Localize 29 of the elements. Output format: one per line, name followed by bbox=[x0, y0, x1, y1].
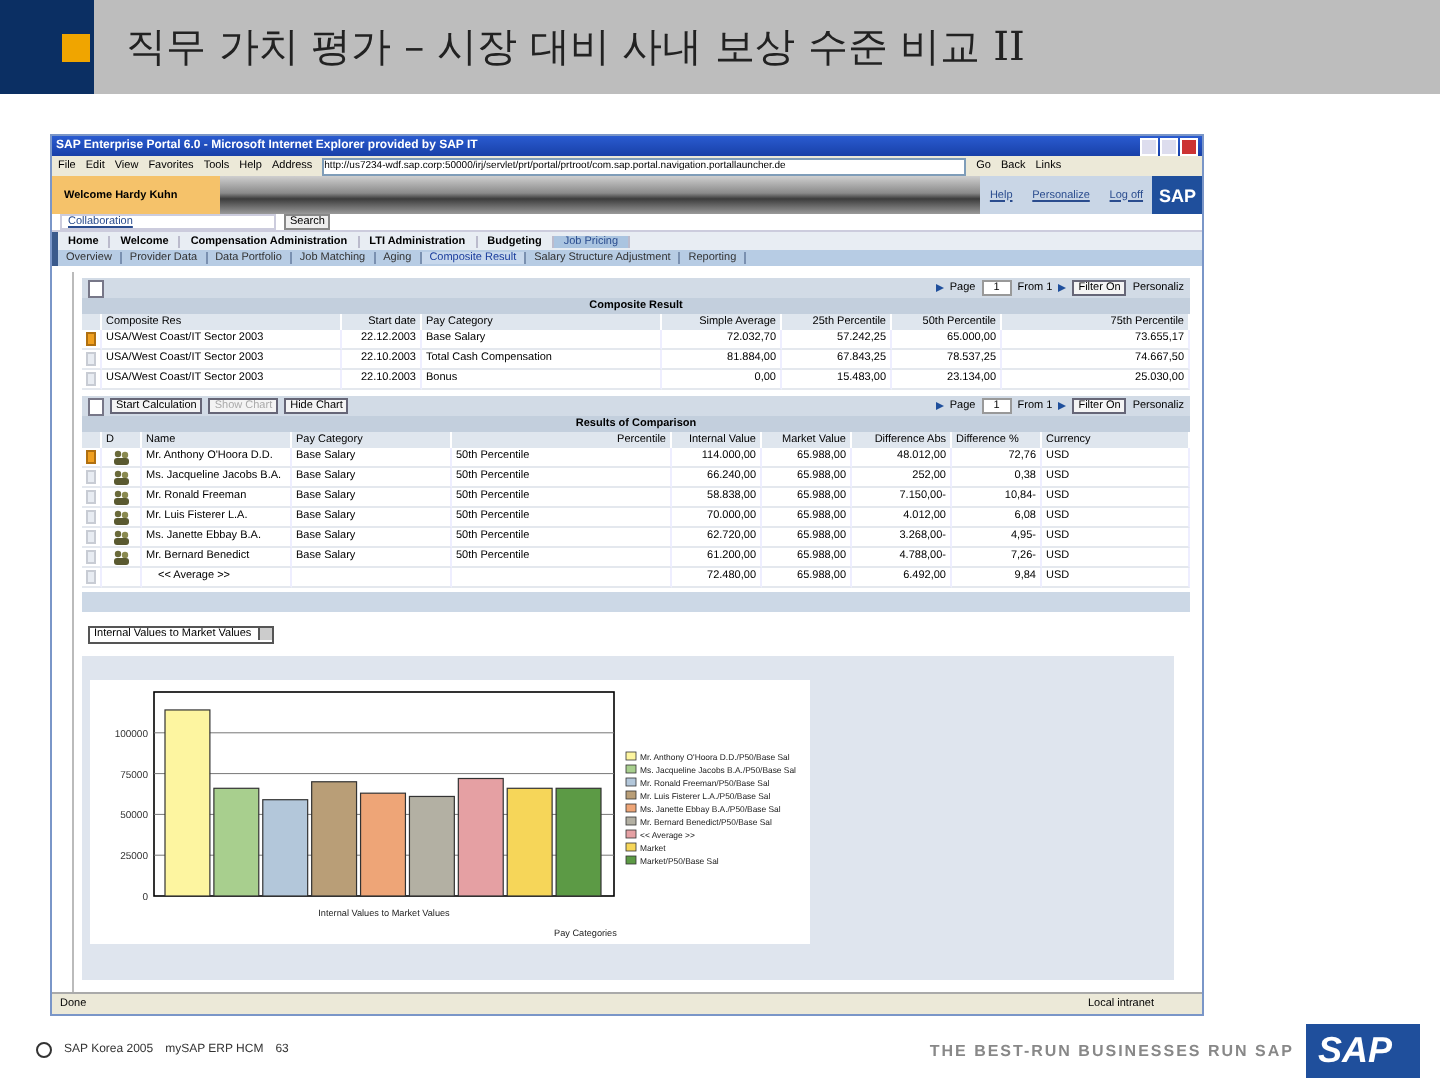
row-selector[interactable] bbox=[86, 510, 96, 524]
sap-logo: SAP bbox=[1152, 176, 1202, 214]
people-icon bbox=[112, 509, 130, 525]
row-selector[interactable] bbox=[86, 332, 96, 346]
row-selector[interactable] bbox=[86, 490, 96, 504]
slide-title: 직무 가치 평가 – 시장 대비 사내 보상 수준 비교 II bbox=[126, 20, 1025, 74]
maximize-button[interactable] bbox=[1160, 137, 1178, 155]
bullet-icon bbox=[62, 33, 90, 61]
caret-icon bbox=[257, 628, 272, 640]
row-selector[interactable] bbox=[86, 470, 96, 484]
people-icon bbox=[112, 449, 130, 465]
people-icon bbox=[112, 469, 130, 485]
copyright-icon bbox=[36, 1042, 52, 1059]
row-selector[interactable] bbox=[86, 550, 96, 564]
row-selector[interactable] bbox=[86, 570, 96, 584]
sap-logo: SAP bbox=[1305, 1023, 1420, 1078]
people-icon bbox=[112, 549, 130, 565]
close-button[interactable] bbox=[1180, 137, 1198, 155]
row-selector[interactable] bbox=[86, 450, 96, 464]
table-icon[interactable] bbox=[88, 279, 104, 297]
row-selector[interactable] bbox=[86, 352, 96, 366]
table-icon[interactable] bbox=[88, 397, 104, 415]
tagline: THE BEST-RUN BUSINESSES RUN SAP bbox=[929, 1041, 1294, 1060]
minimize-button[interactable] bbox=[1140, 137, 1158, 155]
people-icon bbox=[112, 489, 130, 505]
row-selector[interactable] bbox=[86, 530, 96, 544]
people-icon bbox=[112, 529, 130, 545]
title-block bbox=[0, 0, 94, 94]
row-selector[interactable] bbox=[86, 372, 96, 386]
